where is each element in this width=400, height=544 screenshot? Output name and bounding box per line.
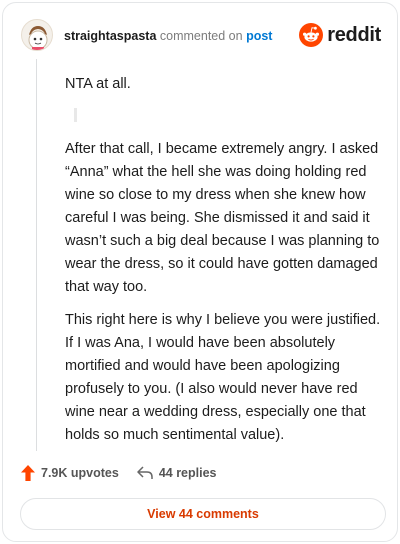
replies-button[interactable]: 44 replies: [137, 466, 217, 480]
upvote-arrow-icon: [21, 465, 35, 481]
comment-body: NTA at all. After that call, I became ex…: [65, 73, 385, 457]
upvote-count: 7.9K upvotes: [41, 466, 119, 480]
comment-paragraph: This right here is why I believe you wer…: [65, 312, 381, 443]
comment-byline: straightaspasta commented on post: [64, 29, 272, 43]
view-comments-button[interactable]: View 44 comments: [20, 498, 386, 530]
post-link[interactable]: post: [246, 29, 272, 43]
username-link[interactable]: straightaspasta: [64, 29, 156, 43]
reply-count: 44 replies: [158, 466, 217, 480]
view-comments-label: View 44 comments: [147, 507, 259, 521]
reply-arrow-icon: [137, 466, 153, 479]
comment-actions: 7.9K upvotes 44 replies: [21, 463, 235, 483]
comment-card: straightaspasta commented on post reddit…: [2, 2, 398, 542]
upvote-button[interactable]: 7.9K upvotes: [21, 465, 119, 481]
thread-line[interactable]: [36, 59, 37, 451]
brand-wordmark: reddit: [327, 23, 381, 46]
comment-opener: NTA at all.: [65, 76, 131, 92]
blockquote-bar: [74, 108, 77, 122]
commented-on-label: commented on: [159, 29, 243, 43]
comment-paragraph: After that call, I became extremely angr…: [65, 141, 380, 295]
reddit-logo-icon: [299, 23, 324, 47]
comment-header: straightaspasta commented on post reddit: [21, 19, 383, 53]
user-avatar[interactable]: [21, 19, 53, 51]
reddit-brand[interactable]: reddit: [299, 22, 381, 48]
